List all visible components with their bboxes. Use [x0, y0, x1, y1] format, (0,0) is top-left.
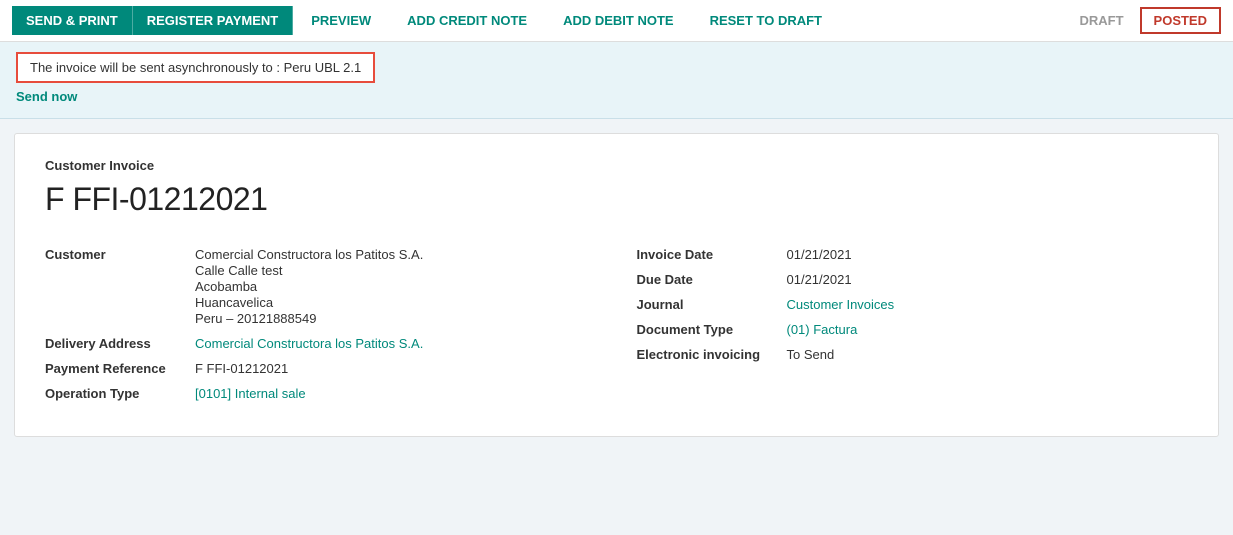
operation-type-row: Operation Type [0101] Internal sale — [45, 381, 597, 406]
customer-field-row: Customer Comercial Constructora los Pati… — [45, 242, 597, 331]
operation-type-value[interactable]: [0101] Internal sale — [195, 386, 306, 401]
status-draft-badge: DRAFT — [1069, 7, 1133, 34]
document-type-field-label: Document Type — [637, 322, 787, 337]
customer-label: Customer — [45, 247, 195, 262]
fields-grid: Customer Comercial Constructora los Pati… — [45, 242, 1188, 406]
due-date-row: Due Date 01/21/2021 — [637, 267, 1189, 292]
payment-reference-value: F FFI-01212021 — [195, 361, 288, 376]
journal-label: Journal — [637, 297, 787, 312]
send-print-button[interactable]: SEND & PRINT — [12, 6, 133, 35]
electronic-invoicing-value: To Send — [787, 347, 835, 362]
electronic-invoicing-row: Electronic invoicing To Send — [637, 342, 1189, 367]
operation-type-label: Operation Type — [45, 386, 195, 401]
document-type-field-value[interactable]: (01) Factura — [787, 322, 858, 337]
document-number: F FFI-01212021 — [45, 181, 1188, 218]
invoice-date-row: Invoice Date 01/21/2021 — [637, 242, 1189, 267]
due-date-value: 01/21/2021 — [787, 272, 852, 287]
customer-address-line1: Calle Calle test — [195, 263, 423, 278]
status-posted-badge: POSTED — [1140, 7, 1221, 34]
add-credit-note-button[interactable]: ADD CREDIT NOTE — [389, 6, 545, 35]
delivery-address-row: Delivery Address Comercial Constructora … — [45, 331, 597, 356]
electronic-invoicing-label: Electronic invoicing — [637, 347, 787, 362]
document-type-label: Customer Invoice — [45, 158, 1188, 173]
delivery-address-label: Delivery Address — [45, 336, 195, 351]
payment-reference-row: Payment Reference F FFI-01212021 — [45, 356, 597, 381]
info-banner: The invoice will be sent asynchronously … — [0, 42, 1233, 119]
register-payment-button[interactable]: REGISTER PAYMENT — [133, 6, 293, 35]
customer-value: Comercial Constructora los Patitos S.A. … — [195, 247, 423, 326]
journal-value[interactable]: Customer Invoices — [787, 297, 895, 312]
invoice-date-label: Invoice Date — [637, 247, 787, 262]
document-type-row: Document Type (01) Factura — [637, 317, 1189, 342]
banner-message-box: The invoice will be sent asynchronously … — [16, 52, 375, 83]
reset-to-draft-button[interactable]: RESET TO DRAFT — [692, 6, 840, 35]
due-date-label: Due Date — [637, 272, 787, 287]
customer-address-line4: Peru – 20121888549 — [195, 311, 423, 326]
add-debit-note-button[interactable]: ADD DEBIT NOTE — [545, 6, 692, 35]
toolbar: SEND & PRINT REGISTER PAYMENT PREVIEW AD… — [0, 0, 1233, 42]
payment-reference-label: Payment Reference — [45, 361, 195, 376]
document-card: Customer Invoice F FFI-01212021 Customer… — [14, 133, 1219, 437]
customer-name-link[interactable]: Comercial Constructora los Patitos S.A. — [195, 247, 423, 262]
customer-address-line2: Acobamba — [195, 279, 423, 294]
preview-button[interactable]: PREVIEW — [293, 6, 389, 35]
send-now-link[interactable]: Send now — [16, 89, 77, 112]
customer-address-line3: Huancavelica — [195, 295, 423, 310]
field-group-right: Invoice Date 01/21/2021 Due Date 01/21/2… — [637, 242, 1189, 406]
invoice-date-value: 01/21/2021 — [787, 247, 852, 262]
journal-row: Journal Customer Invoices — [637, 292, 1189, 317]
banner-message-text: The invoice will be sent asynchronously … — [30, 60, 361, 75]
field-group-left: Customer Comercial Constructora los Pati… — [45, 242, 597, 406]
delivery-address-value[interactable]: Comercial Constructora los Patitos S.A. — [195, 336, 423, 351]
